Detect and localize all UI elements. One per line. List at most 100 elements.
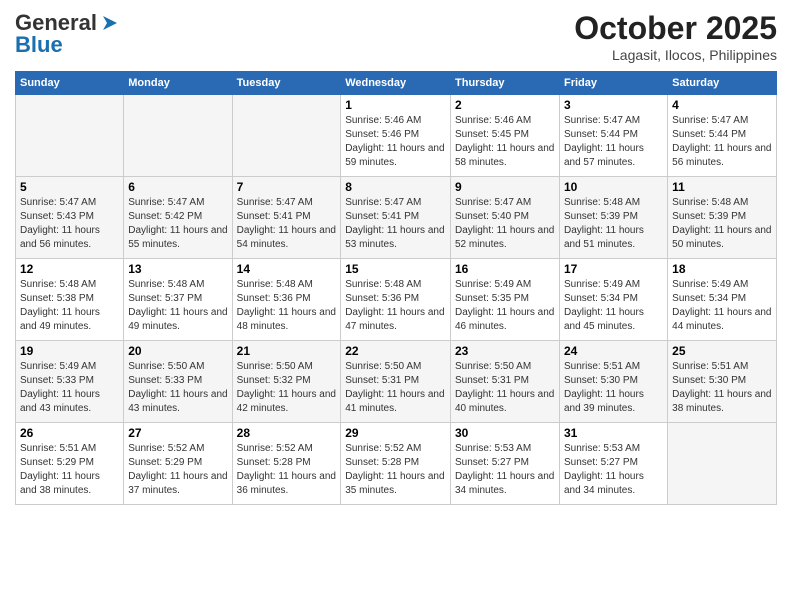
day-info: Sunrise: 5:47 AMSunset: 5:44 PMDaylight:… [672, 114, 772, 170]
day-number: 2 [455, 98, 555, 112]
calendar-cell: 8 Sunrise: 5:47 AMSunset: 5:41 PMDaylight… [341, 177, 451, 259]
day-number: 16 [455, 262, 555, 276]
day-number: 1 [345, 98, 446, 112]
day-info: Sunrise: 5:50 AMSunset: 5:32 PMDaylight:… [237, 360, 337, 416]
day-number: 28 [237, 426, 337, 440]
day-info: Sunrise: 5:52 AMSunset: 5:29 PMDaylight:… [128, 442, 227, 498]
calendar-cell: 24Sunrise: 5:51 AMSunset: 5:30 PMDayligh… [559, 341, 667, 423]
week-row-4: 19 Sunrise: 5:49 AMSunset: 5:33 PMDayligh… [16, 341, 777, 423]
day-info: Sunrise: 5:47 AMSunset: 5:43 PMDaylight:… [20, 196, 119, 252]
day-number: 8 [345, 180, 446, 194]
weekday-header-tuesday: Tuesday [232, 72, 341, 95]
calendar-table: SundayMondayTuesdayWednesdayThursdayFrid… [15, 71, 777, 505]
calendar-cell: 11 Sunrise: 5:48 AMSunset: 5:39 PMDayligh… [668, 177, 777, 259]
calendar-cell: 28 Sunrise: 5:52 AMSunset: 5:28 PMDayligh… [232, 423, 341, 505]
calendar-cell: 25 Sunrise: 5:51 AMSunset: 5:30 PMDayligh… [668, 341, 777, 423]
day-info: Sunrise: 5:52 AMSunset: 5:28 PMDaylight:… [237, 442, 337, 498]
day-number: 29 [345, 426, 446, 440]
day-info: Sunrise: 5:50 AMSunset: 5:31 PMDaylight:… [455, 360, 555, 416]
day-number: 22 [345, 344, 446, 358]
calendar-cell [668, 423, 777, 505]
calendar-cell: 30 Sunrise: 5:53 AMSunset: 5:27 PMDayligh… [451, 423, 560, 505]
day-info: Sunrise: 5:48 AMSunset: 5:37 PMDaylight:… [128, 278, 227, 334]
calendar-cell: 15Sunrise: 5:48 AMSunset: 5:36 PMDayligh… [341, 259, 451, 341]
day-info: Sunrise: 5:49 AMSunset: 5:35 PMDaylight:… [455, 278, 555, 334]
page: General Blue October 2025 Lagasit, Iloco… [0, 0, 792, 612]
day-number: 18 [672, 262, 772, 276]
day-info: Sunrise: 5:50 AMSunset: 5:31 PMDaylight:… [345, 360, 446, 416]
day-info: Sunrise: 5:48 AMSunset: 5:39 PMDaylight:… [564, 196, 663, 252]
week-row-1: 1 Sunrise: 5:46 AMSunset: 5:46 PMDaylight… [16, 95, 777, 177]
calendar-cell: 19 Sunrise: 5:49 AMSunset: 5:33 PMDayligh… [16, 341, 124, 423]
day-info: Sunrise: 5:47 AMSunset: 5:42 PMDaylight:… [128, 196, 227, 252]
day-info: Sunrise: 5:49 AMSunset: 5:34 PMDaylight:… [672, 278, 772, 334]
day-info: Sunrise: 5:51 AMSunset: 5:30 PMDaylight:… [672, 360, 772, 416]
calendar-cell: 4 Sunrise: 5:47 AMSunset: 5:44 PMDaylight… [668, 95, 777, 177]
day-number: 14 [237, 262, 337, 276]
day-number: 25 [672, 344, 772, 358]
day-number: 3 [564, 98, 663, 112]
calendar-cell: 22 Sunrise: 5:50 AMSunset: 5:31 PMDayligh… [341, 341, 451, 423]
location: Lagasit, Ilocos, Philippines [574, 47, 777, 63]
calendar-cell [124, 95, 232, 177]
day-info: Sunrise: 5:49 AMSunset: 5:34 PMDaylight:… [564, 278, 663, 334]
week-row-5: 26 Sunrise: 5:51 AMSunset: 5:29 PMDayligh… [16, 423, 777, 505]
weekday-header-saturday: Saturday [668, 72, 777, 95]
day-number: 10 [564, 180, 663, 194]
calendar-cell: 16 Sunrise: 5:49 AMSunset: 5:35 PMDayligh… [451, 259, 560, 341]
day-number: 13 [128, 262, 227, 276]
weekday-header-sunday: Sunday [16, 72, 124, 95]
weekday-header-wednesday: Wednesday [341, 72, 451, 95]
weekday-header-thursday: Thursday [451, 72, 560, 95]
logo: General Blue [15, 10, 121, 58]
calendar-cell: 21 Sunrise: 5:50 AMSunset: 5:32 PMDayligh… [232, 341, 341, 423]
day-number: 15 [345, 262, 446, 276]
calendar-cell: 31Sunrise: 5:53 AMSunset: 5:27 PMDayligh… [559, 423, 667, 505]
day-info: Sunrise: 5:50 AMSunset: 5:33 PMDaylight:… [128, 360, 227, 416]
weekday-header-friday: Friday [559, 72, 667, 95]
day-info: Sunrise: 5:47 AMSunset: 5:41 PMDaylight:… [237, 196, 337, 252]
day-number: 20 [128, 344, 227, 358]
calendar-cell: 23Sunrise: 5:50 AMSunset: 5:31 PMDayligh… [451, 341, 560, 423]
day-number: 12 [20, 262, 119, 276]
day-info: Sunrise: 5:46 AMSunset: 5:46 PMDaylight:… [345, 114, 446, 170]
day-info: Sunrise: 5:47 AMSunset: 5:41 PMDaylight:… [345, 196, 446, 252]
day-number: 21 [237, 344, 337, 358]
calendar-cell: 26 Sunrise: 5:51 AMSunset: 5:29 PMDayligh… [16, 423, 124, 505]
day-info: Sunrise: 5:53 AMSunset: 5:27 PMDaylight:… [455, 442, 555, 498]
day-number: 26 [20, 426, 119, 440]
day-number: 11 [672, 180, 772, 194]
calendar-cell: 18 Sunrise: 5:49 AMSunset: 5:34 PMDayligh… [668, 259, 777, 341]
day-number: 30 [455, 426, 555, 440]
calendar-cell [16, 95, 124, 177]
calendar-cell: 2 Sunrise: 5:46 AMSunset: 5:45 PMDaylight… [451, 95, 560, 177]
calendar-cell: 29 Sunrise: 5:52 AMSunset: 5:28 PMDayligh… [341, 423, 451, 505]
day-info: Sunrise: 5:48 AMSunset: 5:36 PMDaylight:… [237, 278, 337, 334]
day-info: Sunrise: 5:49 AMSunset: 5:33 PMDaylight:… [20, 360, 119, 416]
week-row-3: 12 Sunrise: 5:48 AMSunset: 5:38 PMDayligh… [16, 259, 777, 341]
day-number: 27 [128, 426, 227, 440]
calendar-cell: 9Sunrise: 5:47 AMSunset: 5:40 PMDaylight… [451, 177, 560, 259]
calendar-cell [232, 95, 341, 177]
day-info: Sunrise: 5:48 AMSunset: 5:39 PMDaylight:… [672, 196, 772, 252]
day-info: Sunrise: 5:52 AMSunset: 5:28 PMDaylight:… [345, 442, 446, 498]
day-number: 19 [20, 344, 119, 358]
day-info: Sunrise: 5:48 AMSunset: 5:38 PMDaylight:… [20, 278, 119, 334]
weekday-header-monday: Monday [124, 72, 232, 95]
day-info: Sunrise: 5:47 AMSunset: 5:44 PMDaylight:… [564, 114, 663, 170]
calendar-cell: 17 Sunrise: 5:49 AMSunset: 5:34 PMDayligh… [559, 259, 667, 341]
calendar-cell: 20 Sunrise: 5:50 AMSunset: 5:33 PMDayligh… [124, 341, 232, 423]
day-number: 17 [564, 262, 663, 276]
day-info: Sunrise: 5:53 AMSunset: 5:27 PMDaylight:… [564, 442, 663, 498]
header: General Blue October 2025 Lagasit, Iloco… [15, 10, 777, 63]
calendar-cell: 1 Sunrise: 5:46 AMSunset: 5:46 PMDaylight… [341, 95, 451, 177]
month-title: October 2025 [574, 10, 777, 47]
calendar-cell: 12 Sunrise: 5:48 AMSunset: 5:38 PMDayligh… [16, 259, 124, 341]
day-info: Sunrise: 5:51 AMSunset: 5:29 PMDaylight:… [20, 442, 119, 498]
day-number: 6 [128, 180, 227, 194]
day-number: 4 [672, 98, 772, 112]
day-info: Sunrise: 5:46 AMSunset: 5:45 PMDaylight:… [455, 114, 555, 170]
weekday-header-row: SundayMondayTuesdayWednesdayThursdayFrid… [16, 72, 777, 95]
week-row-2: 5Sunrise: 5:47 AMSunset: 5:43 PMDaylight… [16, 177, 777, 259]
calendar-cell: 3 Sunrise: 5:47 AMSunset: 5:44 PMDaylight… [559, 95, 667, 177]
